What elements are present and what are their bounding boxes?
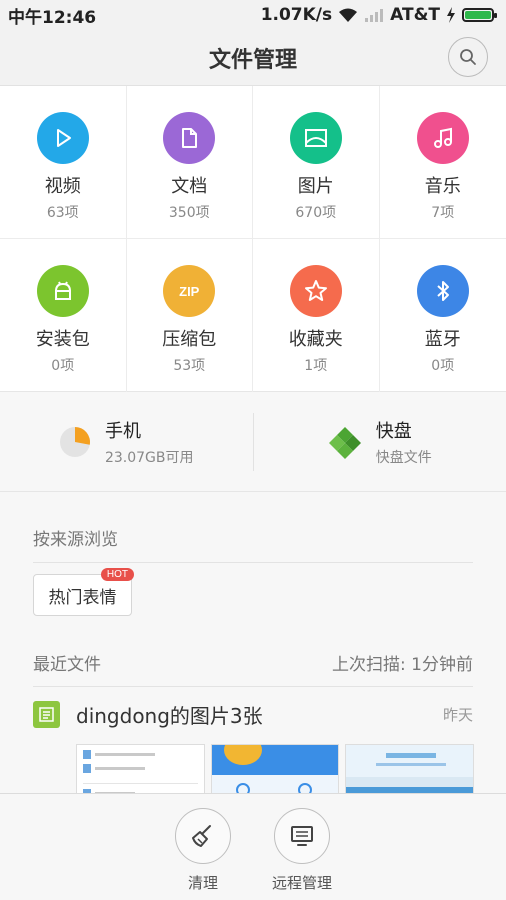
- remote-monitor-icon: [291, 826, 313, 846]
- category-label: 音乐: [424, 176, 461, 197]
- category-icon-bg: ZIP: [163, 265, 216, 317]
- clean-button[interactable]: 清理: [158, 808, 248, 893]
- broom-icon: [192, 825, 211, 847]
- phone-storage[interactable]: 手机 23.07GB可用: [0, 412, 254, 471]
- storage-row: 手机 23.07GB可用 快盘 快盘文件: [0, 392, 506, 492]
- category-label: 收藏夹: [288, 329, 343, 350]
- page-title: 文件管理: [208, 47, 297, 73]
- recent-files-heading: 最近文件: [33, 655, 101, 675]
- category-icon-bg: [416, 112, 469, 164]
- play-icon: [56, 129, 71, 147]
- category-grid: 视频 63项 文档 350项 图片 670项 音乐 7项 安装包 0项 ZIP …: [0, 86, 506, 392]
- document-icon: [182, 128, 198, 148]
- category-archives[interactable]: ZIP 压缩包 53项: [127, 239, 253, 392]
- category-count: 350项: [168, 205, 210, 221]
- carrier-name: AT&T: [390, 5, 440, 25]
- category-video[interactable]: 视频 63项: [0, 86, 127, 239]
- category-label: 安装包: [35, 329, 90, 350]
- category-label: 蓝牙: [424, 329, 461, 350]
- recent-file-name: dingdong的图片3张: [76, 704, 263, 728]
- category-label: 压缩包: [162, 329, 217, 350]
- category-label: 视频: [44, 176, 81, 197]
- bottom-action-bar: 清理 远程管理: [0, 793, 506, 900]
- category-apk[interactable]: 安装包 0项: [0, 239, 127, 392]
- category-music[interactable]: 音乐 7项: [379, 86, 506, 239]
- wifi-icon: [339, 8, 358, 22]
- status-bar: 中午12:46 1.07K/s AT&T: [0, 0, 506, 30]
- category-icon-bg: [36, 265, 89, 317]
- status-time: 中午12:46: [8, 7, 97, 28]
- category-icon-bg: [163, 112, 216, 164]
- hot-badge: HOT: [100, 568, 134, 581]
- text-file-icon: [33, 701, 60, 728]
- remote-manage-label: 远程管理: [271, 874, 332, 892]
- storage-name: 快盘: [375, 420, 412, 442]
- category-icon-bg: [416, 265, 469, 317]
- remote-manage-button[interactable]: 远程管理: [257, 808, 347, 893]
- category-count: 53项: [173, 358, 206, 374]
- clean-label: 清理: [187, 874, 218, 892]
- signal-icon: [365, 9, 384, 22]
- category-count: 670项: [295, 205, 337, 221]
- recent-thumbnails: [76, 744, 474, 794]
- title-bar: 文件管理: [0, 30, 506, 86]
- recent-file-item[interactable]: dingdong的图片3张 昨天: [33, 700, 473, 729]
- divider: [33, 686, 473, 687]
- storage-detail: 23.07GB可用: [104, 449, 194, 466]
- music-icon: [433, 127, 452, 148]
- pie-storage-icon: [59, 426, 90, 457]
- category-count: 7项: [431, 205, 455, 221]
- last-scan-text: 上次扫描: 1分钟前: [332, 655, 473, 675]
- recent-files-header: 最近文件 上次扫描: 1分钟前: [33, 650, 473, 675]
- remote-icon-bg: [274, 808, 330, 864]
- category-count: 0项: [431, 358, 455, 374]
- thumbnail-image[interactable]: [76, 744, 205, 794]
- image-icon: [304, 129, 327, 147]
- search-icon: [460, 49, 476, 65]
- category-count: 0项: [51, 358, 75, 374]
- category-documents[interactable]: 文档 350项: [126, 86, 253, 239]
- broom-icon-bg: [175, 808, 231, 864]
- search-button[interactable]: [448, 37, 488, 77]
- category-images[interactable]: 图片 670项: [253, 86, 380, 239]
- category-bluetooth[interactable]: 蓝牙 0项: [380, 239, 506, 392]
- hot-emoji-label: 热门表情: [48, 587, 117, 608]
- storage-name: 手机: [104, 420, 141, 442]
- star-icon: [304, 280, 327, 301]
- category-favorites[interactable]: 收藏夹 1项: [253, 239, 380, 392]
- thumbnail-image[interactable]: [345, 744, 474, 794]
- category-label: 文档: [171, 176, 208, 197]
- category-icon-bg: [289, 112, 342, 164]
- browse-source-heading: 按来源浏览: [33, 530, 118, 550]
- recent-file-time: 昨天: [442, 706, 473, 724]
- android-icon: [54, 281, 71, 300]
- category-count: 1项: [304, 358, 328, 374]
- network-speed: 1.07K/s: [260, 5, 333, 25]
- thumbnail-image[interactable]: [210, 744, 340, 794]
- zip-icon: ZIP: [179, 283, 200, 299]
- kuaipan-logo-icon: [328, 426, 361, 459]
- hot-emoji-button[interactable]: 热门表情 HOT: [33, 568, 134, 616]
- charging-icon: [447, 7, 455, 23]
- category-icon-bg: [289, 265, 342, 317]
- category-icon-bg: [36, 112, 89, 164]
- storage-detail: 快盘文件: [375, 449, 432, 466]
- divider: [33, 562, 473, 563]
- category-count: 63项: [46, 205, 79, 221]
- category-label: 图片: [297, 176, 334, 197]
- kuaipan-storage[interactable]: 快盘 快盘文件: [254, 413, 506, 471]
- bluetooth-icon: [437, 281, 449, 301]
- battery-icon: [462, 8, 497, 22]
